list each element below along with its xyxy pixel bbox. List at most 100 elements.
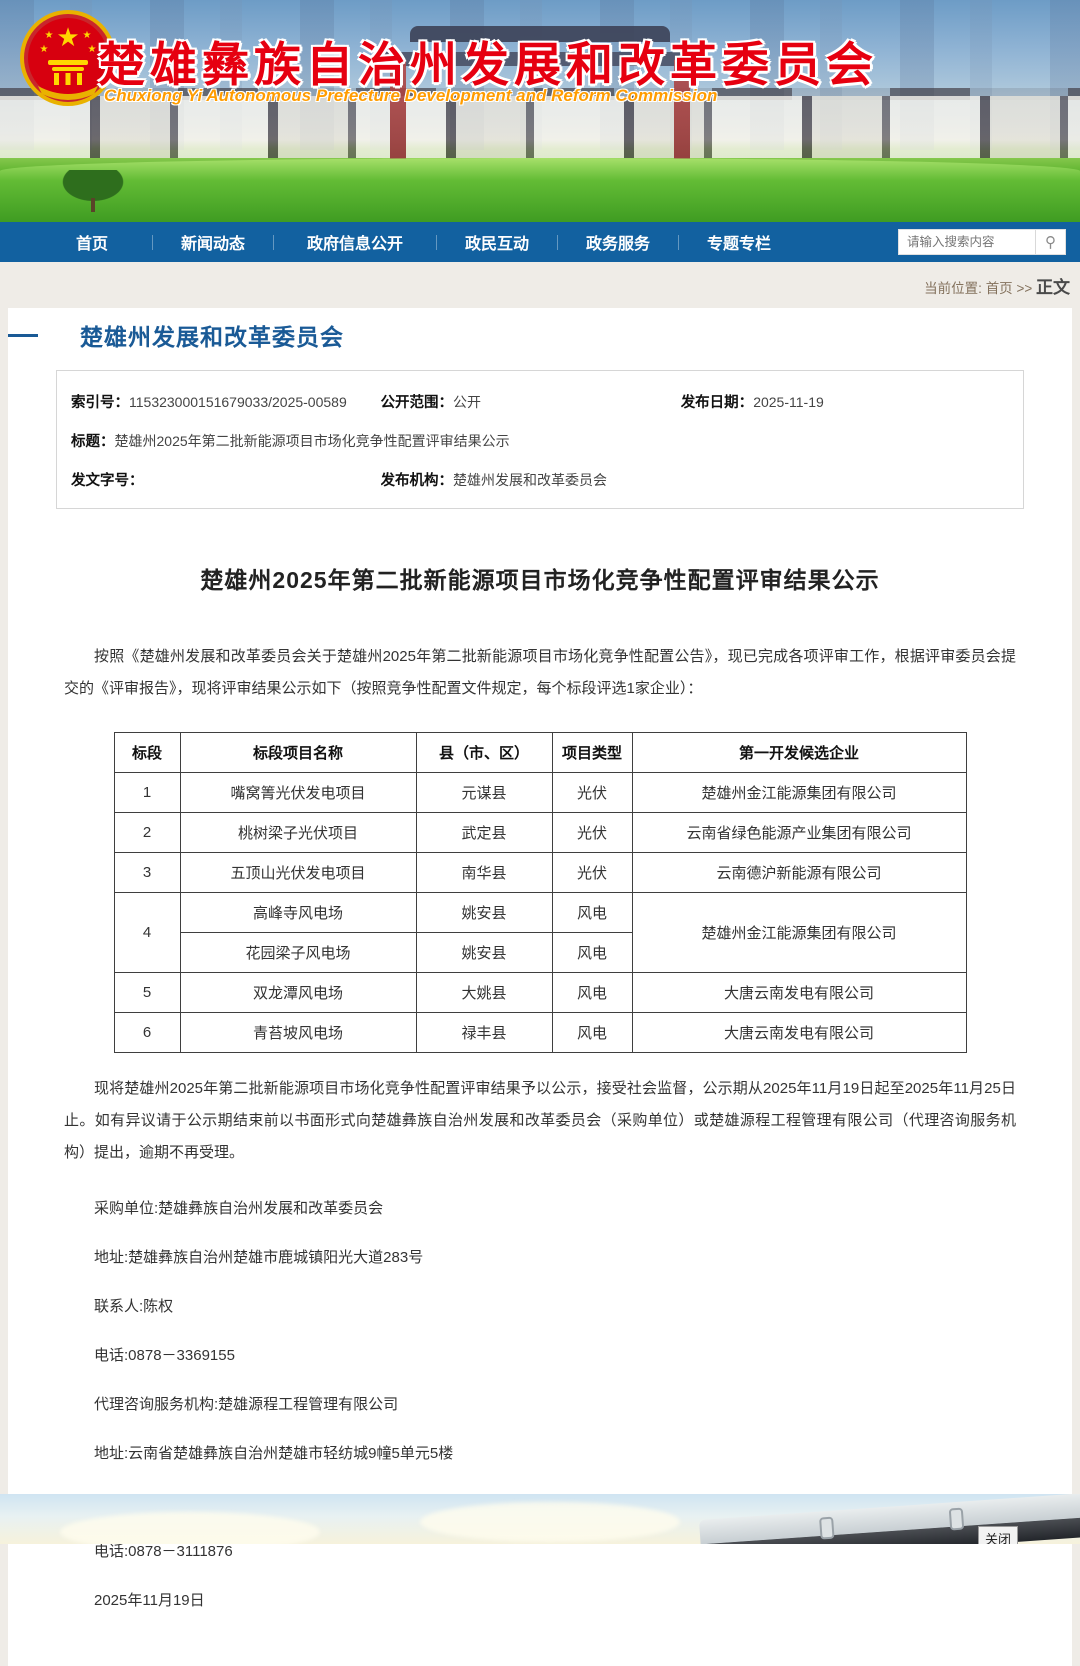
article: 楚雄州2025年第二批新能源项目市场化竞争性配置评审结果公示 按照《楚雄州发展和… <box>8 561 1072 1610</box>
nav-divider <box>273 235 274 250</box>
table-row: 1 嘴窝箐光伏发电项目 元谋县 光伏 楚雄州金江能源集团有限公司 <box>114 772 966 812</box>
breadcrumb-home-link[interactable]: 首页 <box>986 281 1013 296</box>
cell-project: 青苔坡风电场 <box>180 1012 416 1052</box>
banner-grass <box>0 158 1080 222</box>
banner-tree <box>58 170 128 204</box>
site-title: 楚雄彝族自治州发展和改革委员会 <box>98 26 858 95</box>
contact-agency: 代理咨询服务机构:楚雄源程工程管理有限公司 <box>64 1393 1016 1414</box>
meta-docno: 发文字号： <box>71 469 381 490</box>
col-header-county: 县（市、区） <box>416 732 552 772</box>
cell-type: 风电 <box>552 932 632 972</box>
article-paragraph-closing: 现将楚雄州2025年第二批新能源项目市场化竞争性配置评审结果予以公示，接受社会监… <box>64 1073 1016 1170</box>
section-header: 楚雄州发展和改革委员会 <box>8 308 1072 354</box>
article-title: 楚雄州2025年第二批新能源项目市场化竞争性配置评审结果公示 <box>64 561 1016 595</box>
cell-segment: 4 <box>114 892 180 972</box>
meta-index: 索引号：115323000151679033/2025-00589 <box>71 391 381 412</box>
results-table: 标段 标段项目名称 县（市、区） 项目类型 第一开发候选企业 1 嘴窝箐光伏发电… <box>114 732 967 1053</box>
breadcrumb-label: 当前位置: <box>924 281 982 296</box>
cell-county: 元谋县 <box>416 772 552 812</box>
nav-item-home[interactable]: 首页 <box>38 230 146 254</box>
meta-agency: 发布机构：楚雄州发展和改革委员会 <box>381 469 681 490</box>
cell-company: 大唐云南发电有限公司 <box>632 1012 966 1052</box>
train-door <box>949 1508 965 1531</box>
train-door <box>819 1517 835 1540</box>
meta-scope-label: 公开范围： <box>381 395 454 411</box>
breadcrumb-current: 正文 <box>1036 278 1070 297</box>
cell-county: 大姚县 <box>416 972 552 1012</box>
breadcrumb: 当前位置: 首页 >> 正文 <box>924 273 1070 298</box>
cell-segment: 6 <box>114 1012 180 1052</box>
meta-row: 发文字号： 发布机构：楚雄州发展和改革委员会 <box>71 469 1009 490</box>
content-panel: 楚雄州发展和改革委员会 索引号：115323000151679033/2025-… <box>8 308 1072 1666</box>
nav-divider <box>557 235 558 250</box>
table-header-row: 标段 标段项目名称 县（市、区） 项目类型 第一开发候选企业 <box>114 732 966 772</box>
cell-project: 桃树梁子光伏项目 <box>180 812 416 852</box>
table-row: 5 双龙潭风电场 大姚县 风电 大唐云南发电有限公司 <box>114 972 966 1012</box>
footer-cloud <box>60 1512 320 1544</box>
cell-county: 姚安县 <box>416 892 552 932</box>
meta-row: 索引号：115323000151679033/2025-00589 公开范围：公… <box>71 391 1009 412</box>
cell-segment: 2 <box>114 812 180 852</box>
site-title-english: Chuxiong Yi Autonomous Prefecture Develo… <box>104 86 864 106</box>
cell-company: 云南德沪新能源有限公司 <box>632 852 966 892</box>
table-row: 4 高峰寺风电场 姚安县 风电 楚雄州金江能源集团有限公司 <box>114 892 966 932</box>
cell-county: 武定县 <box>416 812 552 852</box>
nav-item-services[interactable]: 政务服务 <box>564 230 672 254</box>
meta-date-label: 发布日期： <box>681 395 754 411</box>
nav-divider <box>678 235 679 250</box>
nav-item-interaction[interactable]: 政民互动 <box>443 230 551 254</box>
search-icon[interactable]: ⚲ <box>1035 230 1065 254</box>
col-header-company: 第一开发候选企业 <box>632 732 966 772</box>
article-paragraph-intro: 按照《楚雄州发展和改革委员会关于楚雄州2025年第二批新能源项目市场化竞争性配置… <box>64 641 1016 706</box>
nav-divider <box>152 235 153 250</box>
contact-purchaser: 采购单位:楚雄彝族自治州发展和改革委员会 <box>64 1197 1016 1218</box>
cell-project: 高峰寺风电场 <box>180 892 416 932</box>
contact-block: 采购单位:楚雄彝族自治州发展和改革委员会 地址:楚雄彝族自治州楚雄市鹿城镇阳光大… <box>64 1197 1016 1610</box>
cell-segment: 3 <box>114 852 180 892</box>
meta-date-value: 2025-11-19 <box>753 394 824 410</box>
contact-person-1: 联系人:陈权 <box>64 1295 1016 1316</box>
meta-scope-value: 公开 <box>453 394 481 410</box>
cell-county: 禄丰县 <box>416 1012 552 1052</box>
cell-project: 嘴窝箐光伏发电项目 <box>180 772 416 812</box>
section-accent-dash <box>8 334 38 337</box>
nav-item-news[interactable]: 新闻动态 <box>159 230 267 254</box>
meta-row: 标题：楚雄州2025年第二批新能源项目市场化竞争性配置评审结果公示 <box>71 430 1009 451</box>
nav-item-topics[interactable]: 专题专栏 <box>685 230 793 254</box>
cell-type: 光伏 <box>552 772 632 812</box>
cell-segment: 5 <box>114 972 180 1012</box>
page-footer: 关闭 <box>0 1494 1080 1544</box>
cell-project: 五顶山光伏发电项目 <box>180 852 416 892</box>
search-box: ⚲ <box>898 229 1066 255</box>
cell-company: 云南省绿色能源产业集团有限公司 <box>632 812 966 852</box>
cell-segment: 1 <box>114 772 180 812</box>
meta-title: 标题：楚雄州2025年第二批新能源项目市场化竞争性配置评审结果公示 <box>71 430 1009 451</box>
breadcrumb-row: 当前位置: 首页 >> 正文 <box>0 262 1080 308</box>
nav-divider <box>436 235 437 250</box>
cell-county: 姚安县 <box>416 932 552 972</box>
col-header-type: 项目类型 <box>552 732 632 772</box>
cell-county: 南华县 <box>416 852 552 892</box>
svg-text:★: ★ <box>88 44 97 55</box>
meta-docno-label: 发文字号： <box>71 473 144 489</box>
cell-project: 双龙潭风电场 <box>180 972 416 1012</box>
search-input[interactable] <box>899 230 1035 254</box>
cell-type: 风电 <box>552 972 632 1012</box>
meta-index-label: 索引号： <box>71 395 129 411</box>
cell-company: 楚雄州金江能源集团有限公司 <box>632 772 966 812</box>
close-button[interactable]: 关闭 <box>978 1526 1018 1544</box>
col-header-project: 标段项目名称 <box>180 732 416 772</box>
nav-item-gov-info[interactable]: 政府信息公开 <box>280 230 430 254</box>
svg-text:★: ★ <box>40 44 49 55</box>
cell-type: 光伏 <box>552 812 632 852</box>
contact-address-2: 地址:云南省楚雄彝族自治州楚雄市轻纺城9幢5单元5楼 <box>64 1442 1016 1463</box>
svg-text:★: ★ <box>45 30 54 41</box>
cell-type: 风电 <box>552 892 632 932</box>
cell-company: 楚雄州金江能源集团有限公司 <box>632 892 966 972</box>
contact-phone-1: 电话:0878－3369155 <box>64 1344 1016 1365</box>
cell-project: 花园梁子风电场 <box>180 932 416 972</box>
section-title: 楚雄州发展和改革委员会 <box>80 318 1072 352</box>
contact-address-1: 地址:楚雄彝族自治州楚雄市鹿城镇阳光大道283号 <box>64 1246 1016 1267</box>
document-meta-box: 索引号：115323000151679033/2025-00589 公开范围：公… <box>56 370 1024 509</box>
svg-text:★: ★ <box>56 22 79 52</box>
